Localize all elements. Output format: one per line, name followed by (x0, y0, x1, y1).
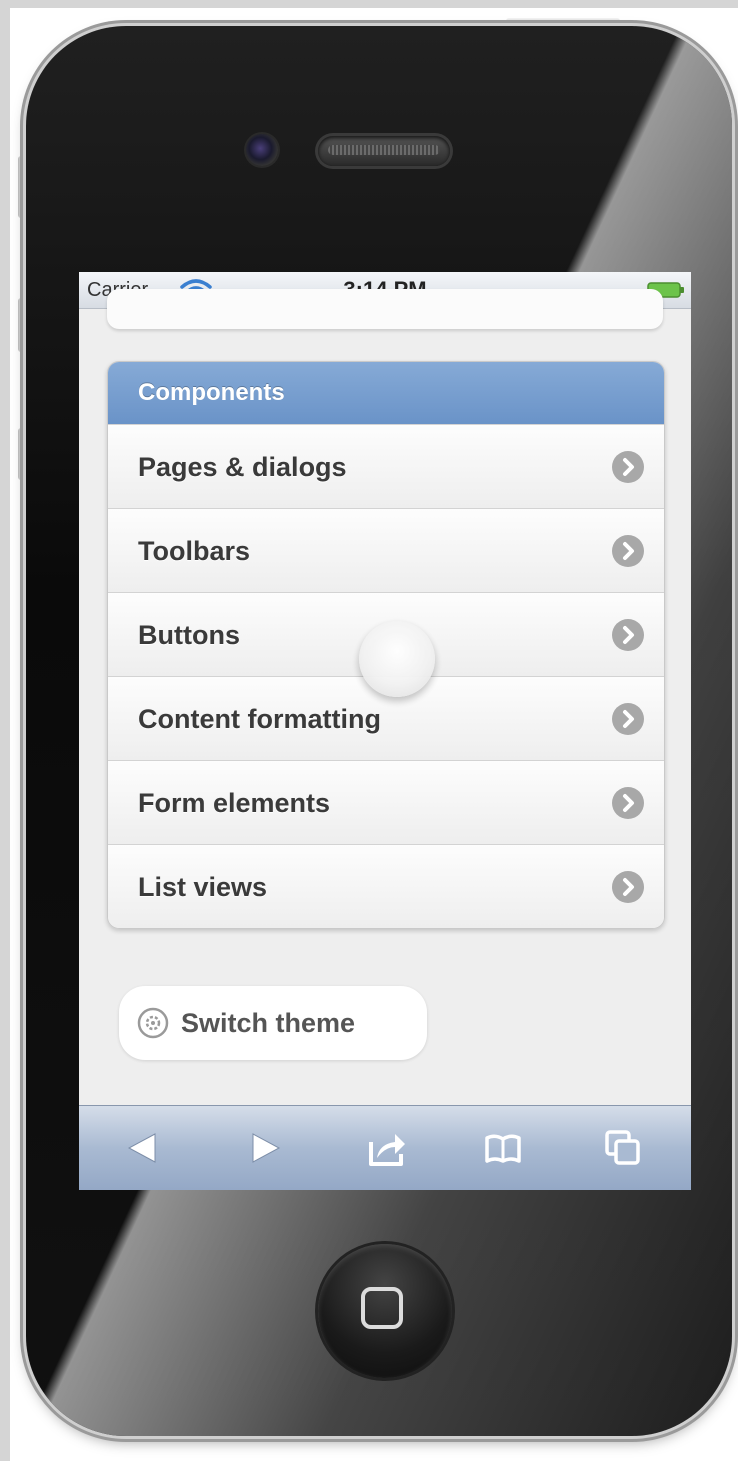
switch-theme-label: Switch theme (181, 1008, 356, 1038)
volume-down-button (18, 428, 26, 480)
touch-indicator (359, 621, 435, 697)
chevron-right-circle-icon (612, 703, 644, 735)
earpiece-speaker (318, 136, 450, 166)
phone-screen: Carrier 3:14 PM Components Pages & dialo… (79, 272, 691, 1190)
home-button[interactable] (318, 1244, 452, 1378)
page: Carrier 3:14 PM Components Pages & dialo… (0, 0, 738, 1461)
list-item-toolbars[interactable]: Toolbars (108, 508, 664, 592)
gear-icon (137, 1007, 169, 1039)
bookmarks-icon[interactable] (483, 1128, 523, 1168)
back-arrow-icon[interactable] (123, 1128, 163, 1168)
list-item-form-elements[interactable]: Form elements (108, 760, 664, 844)
list-item-list-views[interactable]: List views (108, 844, 664, 928)
list-item-label: Form elements (138, 788, 331, 818)
list-item-label: List views (138, 872, 268, 902)
browser-toolbar (79, 1105, 691, 1190)
mute-switch (18, 156, 26, 218)
tabs-icon[interactable] (603, 1128, 643, 1168)
list-item-label: Toolbars (138, 536, 251, 566)
chevron-right-circle-icon (612, 451, 644, 483)
chevron-right-circle-icon (612, 535, 644, 567)
list-item-label: Content formatting (138, 704, 381, 734)
list-header: Components (108, 362, 664, 424)
list-item-label: Buttons (138, 620, 240, 650)
home-square-icon (361, 1287, 403, 1329)
list-item-pages-dialogs[interactable]: Pages & dialogs (108, 424, 664, 508)
page-content: Components Pages & dialogs Toolbars Butt… (79, 289, 691, 1106)
chevron-right-circle-icon (612, 619, 644, 651)
share-icon[interactable] (367, 1128, 407, 1168)
front-camera-icon (246, 134, 278, 166)
forward-arrow-icon[interactable] (245, 1128, 285, 1168)
volume-up-button (18, 298, 26, 352)
list-item-label: Pages & dialogs (138, 452, 347, 482)
chevron-right-circle-icon (612, 871, 644, 903)
switch-theme-button[interactable]: Switch theme (119, 986, 427, 1060)
chevron-right-circle-icon (612, 787, 644, 819)
previous-list-card (107, 289, 663, 329)
